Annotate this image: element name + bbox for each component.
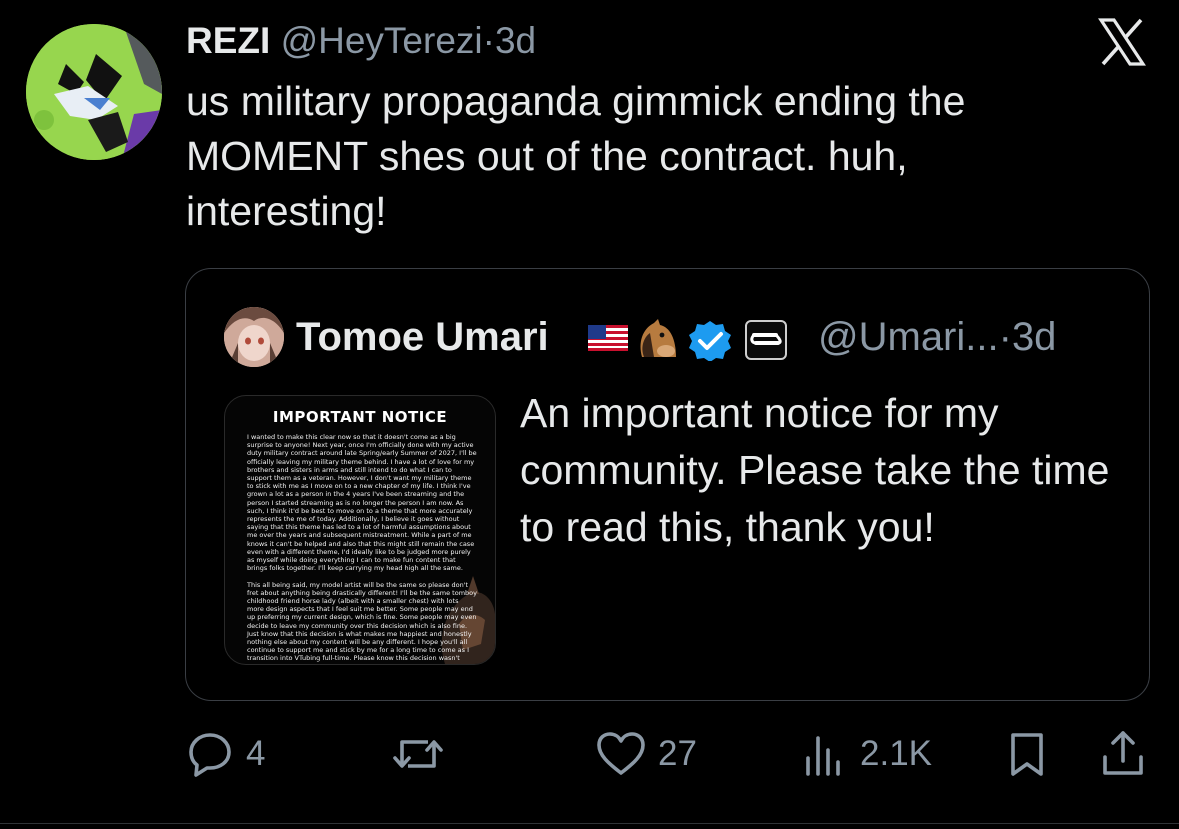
like-count: 27 xyxy=(658,734,697,773)
quoted-separator: · xyxy=(998,315,1012,359)
quoted-handle[interactable]: @Umari... xyxy=(818,315,999,359)
tweet-text: us military propaganda gimmick ending th… xyxy=(186,78,966,234)
notice-title: IMPORTANT NOTICE xyxy=(272,408,448,426)
us-flag-emoji xyxy=(588,325,628,351)
notice-body: I wanted to make this clear now so that … xyxy=(247,433,477,664)
share-icon xyxy=(1103,731,1143,775)
quoted-author-name[interactable]: Tomoe Umari xyxy=(296,313,549,361)
quoted-meta: @Umari...·3d xyxy=(818,313,1056,361)
heart-icon xyxy=(597,732,645,775)
views-button[interactable]: 2.1K xyxy=(804,722,932,786)
author-handle[interactable]: @HeyTerezi xyxy=(281,20,483,61)
tweet-header: REZI @HeyTerezi·3d xyxy=(186,16,536,66)
reply-icon xyxy=(189,733,231,777)
quoted-text: An important notice for my community. Pl… xyxy=(520,390,1110,550)
bookmark-icon xyxy=(1011,733,1043,776)
affiliate-badge-icon xyxy=(745,320,787,360)
views-count: 2.1K xyxy=(860,734,932,773)
author-name[interactable]: REZI xyxy=(186,20,270,61)
action-bar: 4 27 2.1K xyxy=(0,722,1179,792)
bookmark-button[interactable] xyxy=(1006,722,1048,786)
reply-count: 4 xyxy=(246,734,266,773)
meta-separator: · xyxy=(482,20,495,61)
x-logo-icon[interactable] xyxy=(1098,18,1146,66)
quoted-avatar[interactable] xyxy=(224,307,284,367)
tweet-time[interactable]: 3d xyxy=(495,20,536,61)
notice-paragraph-1: I wanted to make this clear now so that … xyxy=(247,433,477,573)
like-button[interactable]: 27 xyxy=(596,722,697,786)
quoted-badges xyxy=(588,317,808,362)
notice-paragraph-2: This all being said, my model artist wil… xyxy=(247,580,477,664)
quoted-time[interactable]: 3d xyxy=(1012,315,1057,359)
notice-image[interactable]: IMPORTANT NOTICE I wanted to make this c… xyxy=(224,395,496,665)
divider xyxy=(0,823,1179,824)
avatar[interactable] xyxy=(26,24,162,160)
quoted-tweet[interactable]: Tomoe Umari @Umari...·3d IMPORTANT NOTIC… xyxy=(185,268,1150,701)
avatar-image xyxy=(26,24,162,160)
repost-icon xyxy=(393,740,443,768)
views-icon xyxy=(806,736,840,776)
verified-icon xyxy=(689,321,731,362)
share-button[interactable] xyxy=(1100,722,1146,786)
horse-emoji xyxy=(640,319,676,357)
repost-button[interactable] xyxy=(392,722,456,786)
reply-button[interactable]: 4 xyxy=(186,722,265,786)
